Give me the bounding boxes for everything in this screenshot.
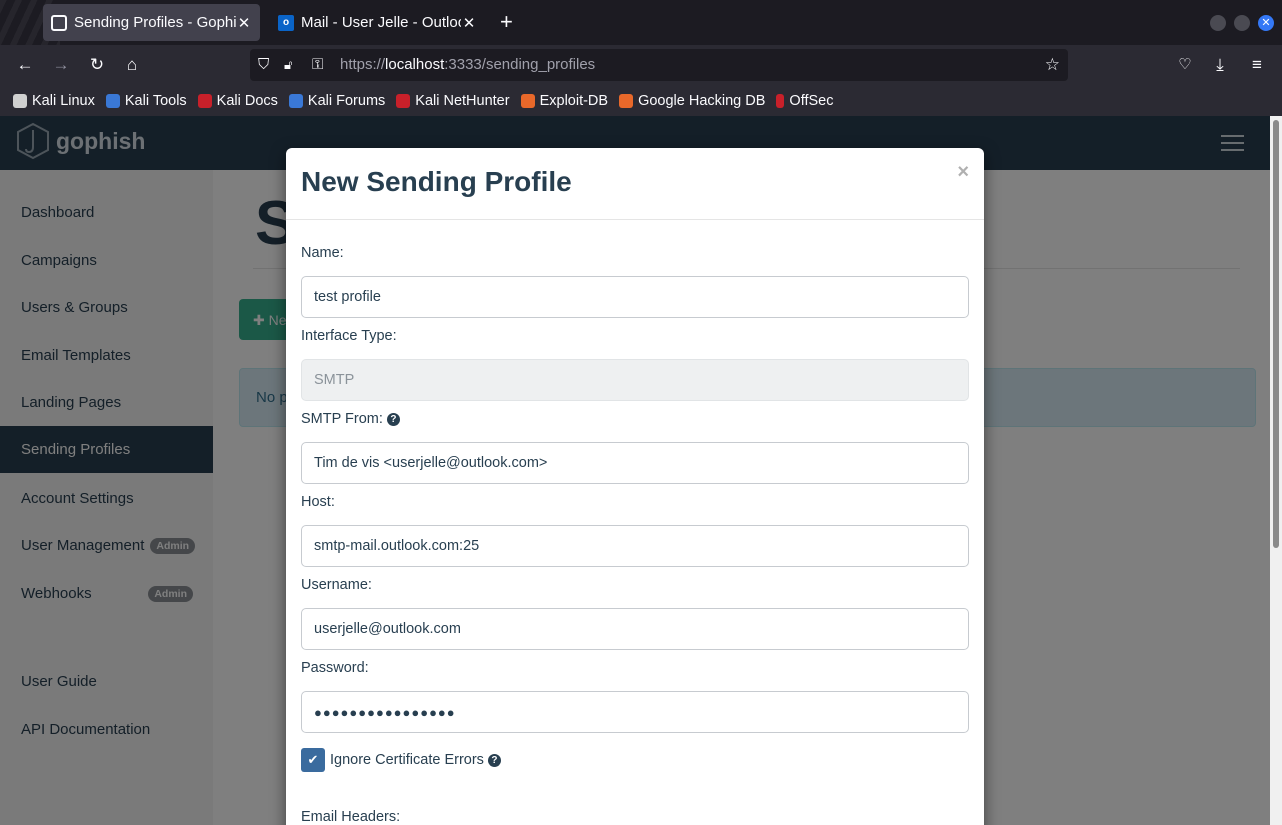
email-headers-label: Email Headers: — [301, 809, 401, 825]
bookmark-label: Kali Tools — [124, 92, 187, 109]
key-icon[interactable]: ⚿ — [312, 55, 323, 75]
scrollbar-thumb[interactable] — [1273, 120, 1279, 548]
close-tab-icon[interactable]: ✕ — [461, 14, 477, 32]
address-bar[interactable]: ⛉ 🔓︎ ⚿ https://localhost:3333/sending_pr… — [250, 49, 1068, 81]
kali-forums-icon — [288, 93, 303, 108]
url-path: :3333/sending_profiles — [444, 56, 596, 73]
url-scheme: https:// — [340, 56, 386, 73]
close-tab-icon[interactable]: ✕ — [236, 14, 252, 32]
browser-nav-bar: ← → ↻ ⌂ ⛉ 🔓︎ ⚿ https://localhost:3333/se… — [0, 45, 1282, 85]
reload-icon[interactable]: ↻ — [87, 55, 107, 75]
menu-icon[interactable]: ≡ — [1247, 55, 1267, 75]
bookmark-google-hacking-db[interactable]: Google Hacking DB — [619, 93, 765, 109]
bookmark-label: Kali Docs — [216, 92, 278, 109]
interface-type-label: Interface Type: — [301, 328, 397, 344]
bookmark-star-icon[interactable]: ☆ — [1045, 55, 1060, 75]
tab-title: Sending Profiles - Gophish — [74, 14, 236, 31]
ignore-cert-label[interactable]: Ignore Certificate Errors — [330, 752, 484, 768]
tab-outlook-mail[interactable]: o Mail - User Jelle - Outlook ✕ — [270, 4, 485, 41]
shield-icon[interactable]: ⛉ — [258, 55, 269, 75]
url-text[interactable]: https://localhost:3333/sending_profiles — [340, 55, 595, 75]
modal-title: New Sending Profile — [301, 166, 572, 197]
close-icon[interactable]: × — [957, 161, 969, 184]
lock-icon[interactable]: 🔓︎ — [284, 55, 292, 75]
bookmark-exploit-db[interactable]: Exploit-DB — [520, 92, 609, 109]
bookmark-label: OffSec — [789, 92, 834, 109]
gophish-icon — [51, 14, 67, 31]
ignore-cert-row: ✔ Ignore Certificate Errors ? — [301, 748, 501, 772]
bookmark-kali-forums[interactable]: Kali Forums — [288, 92, 386, 109]
name-label: Name: — [301, 245, 344, 261]
ignore-cert-checkbox[interactable]: ✔ — [301, 748, 325, 772]
bookmark-label: Kali Linux — [32, 92, 95, 109]
minimize-button[interactable] — [1210, 15, 1226, 31]
back-arrow-icon[interactable]: ← — [15, 55, 35, 75]
bookmarks-bar: Kali Linux Kali Tools Kali Docs Kali For… — [0, 85, 1282, 116]
offsec-icon — [776, 93, 785, 108]
maximize-button[interactable] — [1234, 15, 1250, 31]
bookmark-kali-docs[interactable]: Kali Docs — [197, 92, 278, 109]
web-page: gophish Dashboard Campaigns Users & Grou… — [0, 116, 1270, 825]
forward-arrow-icon[interactable]: → — [51, 55, 71, 75]
username-label: Username: — [301, 577, 372, 593]
name-input[interactable]: test profile — [301, 276, 969, 318]
host-label: Host: — [301, 494, 335, 510]
bookmark-offsec[interactable]: OffSec — [776, 93, 833, 109]
page-scrollbar[interactable] — [1270, 116, 1282, 825]
bookmark-kali-tools[interactable]: Kali Tools — [105, 92, 187, 109]
smtp-from-input[interactable]: Tim de vis <userjelle@outlook.com> — [301, 442, 969, 484]
new-tab-button[interactable]: + — [500, 11, 513, 33]
exploit-db-icon — [520, 93, 535, 108]
bookmark-kali-nethunter[interactable]: Kali NetHunter — [396, 92, 510, 109]
new-sending-profile-modal: New Sending Profile × Name: test profile… — [286, 148, 984, 825]
nethunter-icon — [396, 93, 411, 108]
kali-tools-icon — [105, 93, 120, 108]
bookmark-label: Kali NetHunter — [415, 92, 510, 109]
pocket-icon[interactable]: ♡ — [1175, 55, 1195, 75]
home-icon[interactable]: ⌂ — [122, 55, 142, 75]
smtp-from-label: SMTP From:? — [301, 411, 400, 427]
bookmark-kali-linux[interactable]: Kali Linux — [13, 93, 95, 109]
modal-header: New Sending Profile × — [286, 148, 984, 220]
outlook-icon: o — [278, 14, 294, 31]
kali-docs-icon — [197, 93, 212, 108]
interface-type-input: SMTP — [301, 359, 969, 401]
bookmark-label: Kali Forums — [307, 92, 386, 109]
bookmark-label: Exploit-DB — [539, 92, 609, 109]
help-icon[interactable]: ? — [487, 753, 501, 767]
smtp-from-label-text: SMTP From: — [301, 411, 383, 427]
bookmark-label: Google Hacking DB — [638, 92, 766, 109]
host-input[interactable]: smtp-mail.outlook.com:25 — [301, 525, 969, 567]
browser-tab-bar: Sending Profiles - Gophish ✕ o Mail - Us… — [0, 0, 1282, 45]
password-input[interactable]: ●●●●●●●●●●●●●●●● — [301, 691, 969, 733]
close-window-button[interactable]: ✕ — [1258, 15, 1274, 31]
tab-title: Mail - User Jelle - Outlook — [301, 14, 461, 31]
url-host: localhost — [385, 56, 445, 73]
help-icon[interactable]: ? — [386, 412, 400, 426]
username-input[interactable]: userjelle@outlook.com — [301, 608, 969, 650]
ghdb-icon — [619, 93, 634, 108]
kali-dragon-icon — [13, 93, 27, 108]
download-icon[interactable]: ⤓ — [1210, 55, 1230, 75]
tab-sending-profiles[interactable]: Sending Profiles - Gophish ✕ — [43, 4, 260, 41]
password-label: Password: — [301, 660, 369, 676]
